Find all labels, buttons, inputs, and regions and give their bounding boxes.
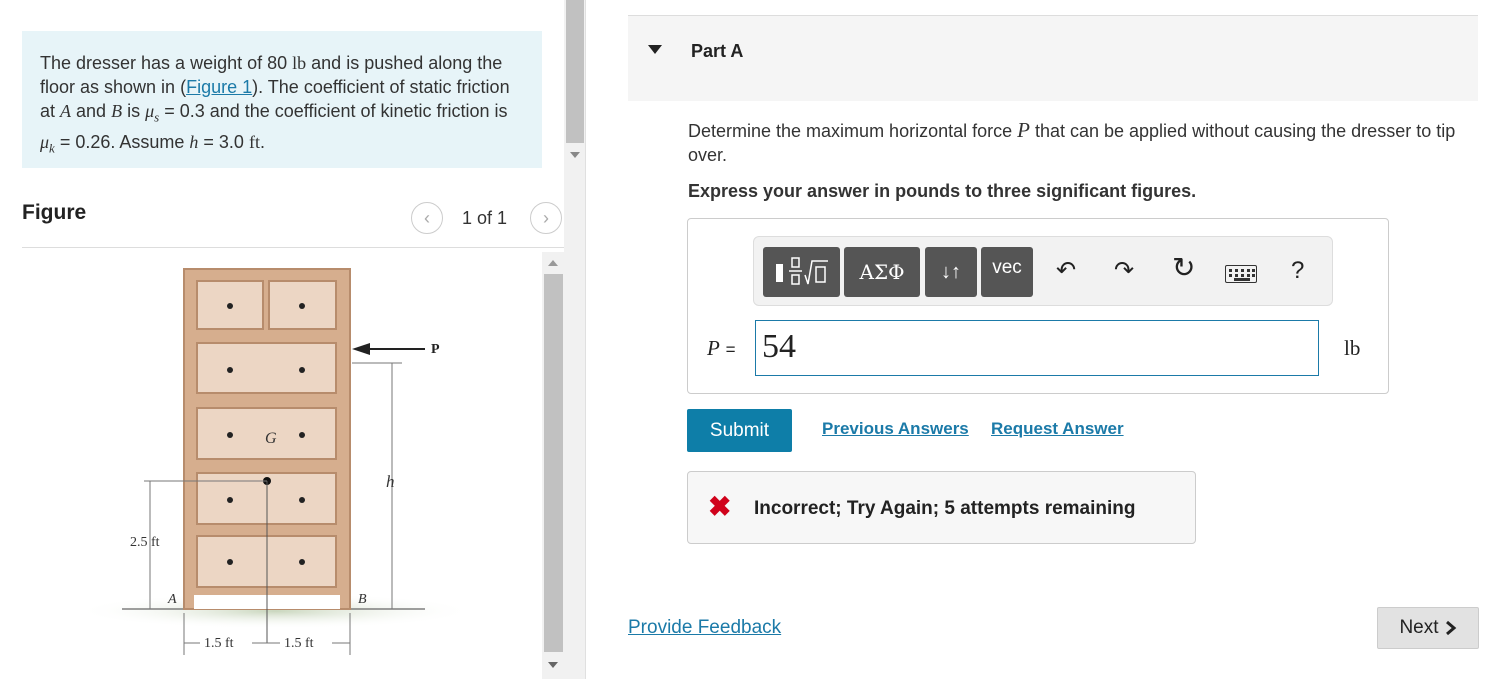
answer-unit: lb [1344, 336, 1361, 360]
vector-button[interactable]: vec [981, 247, 1033, 297]
label-dim-left: 1.5 ft [204, 636, 234, 651]
reset-icon[interactable]: ↻ [1172, 254, 1195, 282]
scrollbar-thumb[interactable] [566, 0, 584, 143]
incorrect-x-icon: ✖ [708, 491, 732, 522]
chevron-left-icon: ‹ [424, 207, 430, 228]
next-button[interactable]: Next [1377, 607, 1479, 649]
undo-icon[interactable]: ↶ [1056, 259, 1076, 283]
feedback-message: ✖ Incorrect; Try Again; 5 attempts remai… [687, 471, 1196, 544]
scrollbar-thumb[interactable] [544, 274, 563, 652]
previous-answers-link[interactable]: Previous Answers [822, 419, 969, 439]
redo-icon[interactable]: ↷ [1114, 259, 1134, 283]
scroll-down-icon[interactable] [570, 152, 580, 158]
fraction-sqrt-template-icon [775, 257, 828, 285]
part-title: Part A [691, 41, 744, 61]
figure-link[interactable]: Figure 1 [186, 77, 252, 97]
answer-input[interactable]: 54 [755, 320, 1319, 376]
divider [22, 247, 565, 248]
scroll-down-icon[interactable] [548, 662, 558, 668]
part-header[interactable]: Part A [628, 15, 1478, 101]
dresser-figure: G P h 2.5 ft A B 1.5 ft 1.5 ft [40, 263, 540, 679]
figure-prev-button[interactable]: ‹ [411, 202, 443, 234]
scroll-up-icon[interactable] [548, 260, 558, 266]
collapse-triangle-icon[interactable] [648, 45, 662, 54]
label-p: P [431, 342, 440, 357]
figure-scrollbar[interactable] [542, 252, 564, 679]
label-dim-right: 1.5 ft [284, 636, 314, 651]
question-text: Determine the maximum horizontal force P… [688, 118, 1456, 165]
label-b: B [358, 592, 367, 607]
templates-button[interactable] [763, 247, 840, 297]
math-toolbar: ΑΣΦ ↓↑ vec ↶ ↷ ↻ ? [753, 236, 1333, 306]
answer-panel: ΑΣΦ ↓↑ vec ↶ ↷ ↻ ? P = 54 lb [687, 218, 1389, 394]
label-a: A [167, 592, 177, 607]
problem-statement: The dresser has a weight of 80 lb and is… [22, 31, 542, 168]
answer-instruction: Express your answer in pounds to three s… [688, 181, 1197, 201]
greek-letters-button[interactable]: ΑΣΦ [844, 247, 920, 297]
chevron-right-icon: › [543, 207, 549, 228]
next-button-label: Next [1399, 617, 1439, 638]
force-p-arrowhead [352, 343, 370, 355]
request-answer-link[interactable]: Request Answer [991, 419, 1124, 439]
provide-feedback-link[interactable]: Provide Feedback [628, 617, 781, 639]
label-h: h [386, 472, 395, 491]
submit-button[interactable]: Submit [687, 409, 792, 452]
figure-title: Figure [22, 201, 87, 224]
dresser-diagram: G P h 2.5 ft A B 1.5 ft 1.5 ft [75, 268, 475, 655]
figure-pager: 1 of 1 [462, 208, 508, 228]
figure-next-button[interactable]: › [530, 202, 562, 234]
answer-variable-label: P = [707, 336, 736, 360]
keyboard-icon[interactable] [1225, 265, 1257, 283]
arrows-button[interactable]: ↓↑ [925, 247, 977, 297]
help-button[interactable]: ? [1291, 259, 1304, 283]
label-g: G [265, 430, 277, 447]
left-panel-scrollbar[interactable] [564, 0, 586, 679]
label-dim-height: 2.5 ft [130, 535, 160, 550]
chevron-right-icon [1445, 620, 1456, 636]
feedback-text: Incorrect; Try Again; 5 attempts remaini… [754, 498, 1136, 519]
